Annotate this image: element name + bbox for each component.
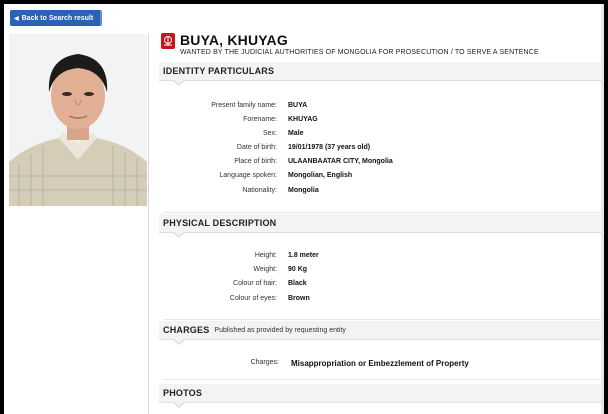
person-photo[interactable] <box>9 34 147 206</box>
field-value: ULAANBAATAR CITY, Mongolia <box>288 158 393 165</box>
section-divider <box>164 212 601 213</box>
section-notch <box>173 339 185 345</box>
photos-section: PHOTOS <box>159 384 601 410</box>
field-value: 90 Kg <box>288 266 308 273</box>
back-to-search-button[interactable]: ◀ Back to Search result <box>10 10 102 26</box>
field-label: Weight: <box>253 266 277 273</box>
field-row: Date of birth: 19/01/1978 (37 years old) <box>159 144 601 156</box>
section-notch <box>173 80 185 86</box>
field-row: Place of birth: ULAANBAATAR CITY, Mongol… <box>159 158 601 170</box>
field-label: Colour of eyes: <box>229 295 277 302</box>
field-row: Forename: KHUYAG <box>159 116 601 128</box>
field-row: Sex: Male <box>159 130 601 142</box>
field-label: Colour of hair: <box>233 280 277 287</box>
charges-section: CHARGES Published as provided by request… <box>159 321 601 377</box>
notice-header: BUYA, KHUYAG WANTED BY THE JUDICIAL AUTH… <box>159 31 601 65</box>
charges-label: Charges: <box>250 359 279 366</box>
charges-note: Published as provided by requesting enti… <box>214 326 346 334</box>
charges-value: Misappropriation or Embezzlement of Prop… <box>291 359 469 368</box>
field-value: KHUYAG <box>288 116 318 123</box>
field-row: Colour of hair: Black <box>159 280 601 292</box>
field-label: Present family name: <box>211 102 277 109</box>
field-label: Date of birth: <box>236 144 277 151</box>
section-notch <box>173 232 185 238</box>
physical-section: PHYSICAL DESCRIPTION Height: 1.8 meter W… <box>159 214 601 319</box>
field-value: Male <box>288 130 304 137</box>
field-label: Language spoken: <box>219 172 277 179</box>
charges-row: Charges: Misappropriation or Embezzlemen… <box>159 359 601 371</box>
field-label: Sex: <box>262 130 277 137</box>
physical-heading: PHYSICAL DESCRIPTION <box>159 214 601 233</box>
section-divider <box>164 379 601 380</box>
field-row: Present family name: BUYA <box>159 102 601 114</box>
field-label: Place of birth: <box>234 158 277 165</box>
field-value: Mongolia <box>288 187 319 194</box>
scrollbar-track[interactable] <box>601 4 604 414</box>
field-value: 19/01/1978 (37 years old) <box>288 144 371 151</box>
physical-title: PHYSICAL DESCRIPTION <box>163 218 277 228</box>
charges-title: CHARGES <box>163 325 210 335</box>
back-arrow-icon: ◀ <box>14 15 19 22</box>
field-label: Height: <box>254 252 277 259</box>
field-row: Language spoken: Mongolian, English <box>159 172 601 184</box>
field-row: Colour of eyes: Brown <box>159 295 601 307</box>
person-name: BUYA, KHUYAG <box>180 32 288 48</box>
charges-heading: CHARGES Published as provided by request… <box>159 321 601 340</box>
photos-title: PHOTOS <box>163 388 203 398</box>
identity-heading: IDENTITY PARTICULARS <box>159 62 601 81</box>
field-row: Height: 1.8 meter <box>159 252 601 264</box>
field-value: Mongolian, English <box>288 172 353 179</box>
back-to-search-label: Back to Search result <box>21 14 94 22</box>
identity-title: IDENTITY PARTICULARS <box>163 66 275 76</box>
field-value: Black <box>288 280 307 287</box>
field-value: 1.8 meter <box>288 252 319 259</box>
interpol-logo-icon <box>161 33 175 49</box>
field-value: BUYA <box>288 102 308 109</box>
section-notch <box>173 402 185 408</box>
field-value: Brown <box>288 295 310 302</box>
wanted-notice-page: ◀ Back to Search result BUYA, KHUYAG WAN… <box>4 4 604 414</box>
field-row: Nationality: Mongolia <box>159 187 601 199</box>
section-divider <box>164 319 601 320</box>
field-label: Forename: <box>243 116 277 123</box>
field-row: Weight: 90 Kg <box>159 266 601 278</box>
field-label: Nationality: <box>242 187 277 194</box>
column-divider <box>148 34 149 414</box>
identity-section: IDENTITY PARTICULARS Present family name… <box>159 62 601 212</box>
wanted-by-line: WANTED BY THE JUDICIAL AUTHORITIES OF MO… <box>180 49 539 56</box>
photos-heading: PHOTOS <box>159 384 601 403</box>
